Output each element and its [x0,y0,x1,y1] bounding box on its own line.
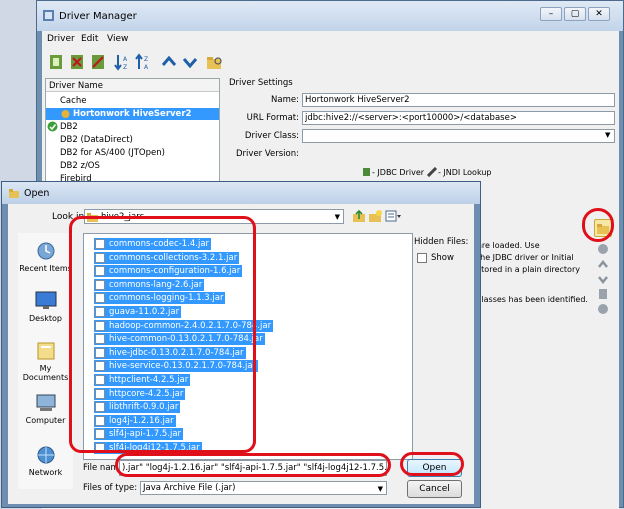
circle-icon[interactable] [597,303,609,315]
list-item[interactable]: DB2 (DataDirect) [60,135,133,145]
place-label: Desktop [29,314,62,323]
delete-driver-icon[interactable] [68,53,86,71]
note-line: stored in a plain directory [477,265,580,274]
highlight-ring-folder [582,208,614,242]
menu-edit[interactable]: Edit [81,34,98,44]
cancel-button[interactable]: Cancel [407,480,462,498]
driver-class-select[interactable] [302,129,615,143]
sort-descending-icon[interactable]: ZA [134,53,152,71]
close-button[interactable]: ✕ [588,7,610,21]
minimize-button[interactable]: – [540,7,562,21]
up-icon[interactable] [597,258,609,270]
driver-class-label: Driver Class: [244,131,299,141]
computer-icon [36,394,55,411]
edit-driver-icon[interactable] [89,53,107,71]
url-format-label: URL Format: [246,113,299,123]
driver-version-label: Driver Version: [236,149,299,159]
name-label: Name: [271,95,299,105]
svg-text:Z: Z [123,64,127,71]
open-dialog-title: Open [24,188,50,199]
list-item[interactable]: DB2 [60,122,78,132]
place-my-documents[interactable]: My Documents [18,341,73,382]
place-recent-items[interactable]: Recent Items [18,241,73,273]
jndi-lookup-icon [427,167,437,177]
desktop-icon [35,291,56,309]
place-computer[interactable]: Computer [18,393,73,425]
note-line: the JDBC driver or Initial [477,253,574,262]
list-item[interactable]: DB2 z/OS [60,161,100,171]
files-of-type-label: Files of type: [83,483,138,493]
driver-manager-titlebar: Driver Manager – ▢ ✕ [37,1,623,31]
show-hidden-checkbox[interactable] [417,253,427,263]
recent-items-icon [37,242,54,260]
move-up-icon[interactable] [160,53,178,71]
show-label: Show [431,253,454,263]
down-icon[interactable] [597,273,609,285]
menu-driver[interactable]: Driver [47,34,75,44]
settings-heading: Driver Settings [229,78,293,88]
files-of-type-select[interactable]: Java Archive File (.jar) ▼ [140,481,387,495]
url-format-field[interactable]: jdbc:hive2://<server>:<port10000>/<datab… [302,111,615,125]
my-documents-icon [37,342,54,360]
place-label: Network [28,468,63,477]
note-line: are loaded. Use [477,241,540,250]
place-desktop[interactable]: Desktop [18,291,73,323]
hive-icon [61,110,70,118]
places-bar: Recent Items Desktop My Documents Comput… [18,233,73,489]
svg-text:A: A [144,64,149,71]
maximize-button[interactable]: ▢ [564,7,586,21]
view-menu-icon[interactable] [385,209,401,223]
svg-text:A: A [123,56,128,63]
jndi-lookup-label: - JNDI Lookup [438,168,492,177]
place-network[interactable]: Network [18,445,73,477]
check-icon [47,121,58,132]
window-title: Driver Manager [59,11,137,22]
jdbc-driver-label: - JDBC Driver [372,168,425,177]
place-label: My Documents [22,364,69,382]
highlight-ring-file-name [115,453,391,477]
open-folder-icon[interactable] [205,53,223,71]
chevron-down-icon: ▼ [377,485,383,493]
remove-icon[interactable] [597,243,609,255]
sort-ascending-icon[interactable]: AZ [113,53,131,71]
name-field[interactable]: Hortonwork HiveServer2 [302,93,615,107]
new-folder-icon[interactable] [368,209,382,223]
note-line: classes has been identified. [477,295,588,304]
open-dialog-titlebar: Open [2,182,480,204]
menu-view[interactable]: View [107,34,128,44]
new-driver-icon[interactable] [47,53,65,71]
driver-list-header[interactable]: Driver Name [49,81,103,91]
chevron-down-icon[interactable]: ▼ [605,131,610,139]
hidden-files-label: Hidden Files: [414,237,469,247]
jdbc-driver-icon [363,168,370,176]
chevron-down-icon: ▼ [334,213,340,221]
files-of-type-value: Java Archive File (.jar) [143,483,236,493]
up-folder-icon[interactable] [352,209,366,223]
place-label: Recent Items [19,264,72,273]
move-down-icon[interactable] [181,53,199,71]
highlight-ring-file-list [69,216,256,453]
app-icon [43,10,54,21]
list-item[interactable]: Cache [60,96,86,106]
svg-text:Z: Z [144,56,148,63]
place-label: Computer [25,416,66,425]
network-icon [37,446,54,464]
list-item[interactable]: DB2 for AS/400 (JTOpen) [60,148,165,158]
bookmark-icon[interactable] [597,288,609,300]
highlight-ring-open-button [400,452,464,476]
list-item-selected[interactable]: Hortonwork HiveServer2 [73,109,191,119]
open-dialog-icon [9,189,19,198]
